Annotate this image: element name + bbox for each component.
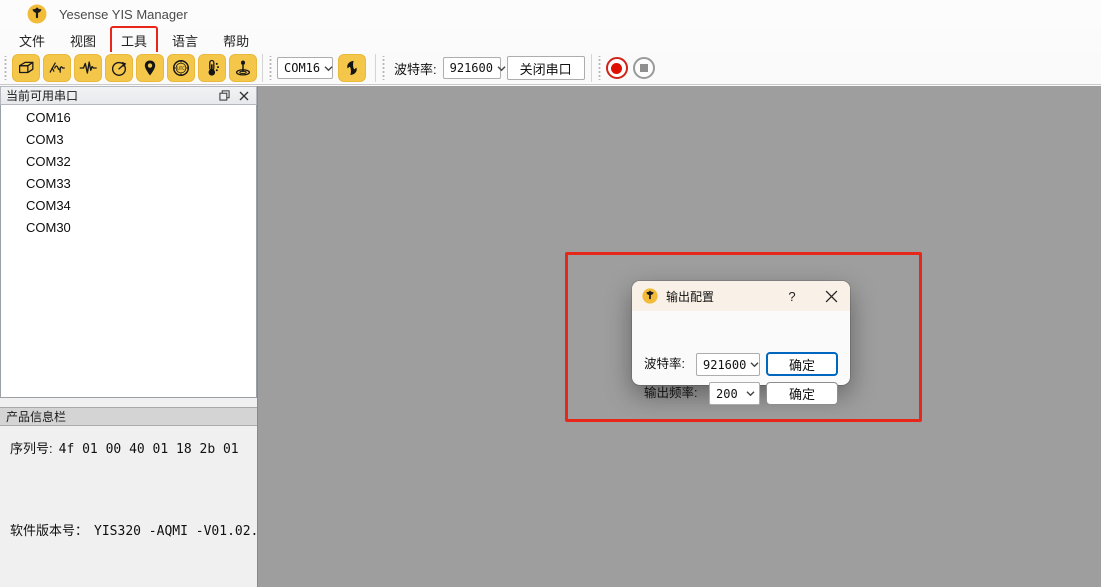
baud-rate-label: 波特率:: [394, 59, 437, 78]
toolbar-drag-handle[interactable]: [268, 56, 273, 80]
port-select-value: COM16: [284, 61, 320, 75]
port-list-item[interactable]: COM34: [1, 196, 256, 215]
float-window-icon: [219, 90, 230, 101]
dialog-body: 波特率: 921600 确定 输出频率: 200 确定: [632, 311, 850, 385]
dialog-freq-select[interactable]: 200: [709, 382, 760, 405]
toolbar-separator: [262, 54, 263, 82]
dialog-baud-label: 波特率:: [644, 353, 685, 376]
attitude-wave-button[interactable]: [43, 54, 71, 82]
info-panel-body: 序列号:4f 01 00 40 01 18 2b 01 软件版本号：YIS320…: [0, 426, 257, 586]
refresh-icon: [342, 58, 362, 78]
port-select[interactable]: COM16: [277, 57, 333, 79]
close-serial-port-button[interactable]: 关闭串口: [507, 56, 585, 80]
stop-icon: [640, 64, 648, 72]
menu-file[interactable]: 文件: [8, 26, 56, 55]
temperature-button[interactable]: [198, 54, 226, 82]
record-button[interactable]: [606, 57, 628, 79]
toolbar-drag-handle[interactable]: [3, 56, 8, 80]
toolbar-drag-handle[interactable]: [597, 56, 602, 80]
view-3d-button[interactable]: [12, 54, 40, 82]
magnetometer-pin-icon: [233, 58, 253, 78]
dialog-title: 输出配置: [666, 288, 783, 305]
gauge-button[interactable]: [105, 54, 133, 82]
port-list-item[interactable]: COM32: [1, 152, 256, 171]
dialog-baud-value: 921600: [703, 358, 746, 372]
chevron-down-icon: [324, 65, 333, 72]
ports-panel-header: 当前可用串口: [0, 86, 257, 105]
yesense-logo-icon: [27, 4, 47, 24]
port-list-item[interactable]: COM16: [1, 108, 256, 127]
dialog-freq-value: 200: [716, 387, 742, 401]
panel-splitter[interactable]: [0, 398, 257, 407]
port-list-item[interactable]: COM30: [1, 218, 256, 237]
port-list-item[interactable]: COM3: [1, 130, 256, 149]
dialog-help-button[interactable]: ?: [783, 289, 801, 304]
software-version-label: 软件版本号：: [10, 523, 88, 538]
close-icon: [239, 91, 249, 101]
serial-number-label: 序列号:: [10, 441, 53, 456]
cube-3d-icon: [16, 58, 36, 78]
chevron-down-icon: [497, 65, 506, 72]
baud-rate-select[interactable]: 921600: [443, 57, 501, 79]
window-titlebar: Yesense YIS Manager: [0, 0, 1101, 28]
dialog-close-button[interactable]: [823, 288, 839, 304]
dialog-baud-select[interactable]: 921600: [696, 353, 760, 376]
stop-button[interactable]: [633, 57, 655, 79]
menu-help[interactable]: 帮助: [212, 26, 260, 55]
angle-waveform-icon: [47, 58, 67, 78]
gauge-icon: [109, 58, 129, 78]
location-pin-icon: [140, 58, 160, 78]
thermometer-icon: [202, 58, 222, 78]
menu-bar: 文件 视图 工具 语言 帮助: [0, 28, 1101, 52]
svg-text:UTC: UTC: [177, 66, 185, 71]
utc-clock-icon: UTC: [171, 58, 191, 78]
main-toolbar: UTC COM16 波特率: 92160: [0, 52, 1101, 85]
ports-panel-title: 当前可用串口: [6, 87, 211, 104]
chevron-down-icon: [746, 390, 755, 397]
refresh-ports-button[interactable]: [338, 54, 366, 82]
dialog-baud-ok-button[interactable]: 确定: [766, 352, 838, 376]
close-panel-button[interactable]: [237, 89, 251, 103]
location-button[interactable]: [136, 54, 164, 82]
menu-view[interactable]: 视图: [59, 26, 107, 55]
magnetometer-button[interactable]: [229, 54, 257, 82]
info-panel-header: 产品信息栏: [0, 407, 257, 426]
serial-number-row: 序列号: 4f 01 00 40 01 18 2b 01: [10, 438, 239, 457]
serial-number-value: 4f 01 00 40 01 18 2b 01: [59, 442, 239, 457]
close-icon: [825, 290, 838, 303]
dialog-titlebar[interactable]: 输出配置 ?: [632, 281, 850, 311]
chevron-down-icon: [750, 361, 759, 368]
output-config-dialog: 输出配置 ? 波特率: 921600 确定 输出频率: 200 确定: [632, 281, 850, 385]
yesense-logo-icon: [642, 288, 658, 304]
left-dock-panel: 当前可用串口 COM16 COM3 COM32 COM33 COM34 COM3…: [0, 86, 257, 587]
software-version-row: 软件版本号： YIS320 -AQMI -V01.02.03;: [10, 520, 282, 539]
window-title: Yesense YIS Manager: [59, 7, 188, 22]
pulse-waveform-icon: [78, 58, 98, 78]
float-panel-button[interactable]: [217, 89, 231, 103]
available-ports-list: COM16 COM3 COM32 COM33 COM34 COM30: [0, 105, 257, 398]
toolbar-drag-handle[interactable]: [381, 56, 386, 80]
port-list-item[interactable]: COM33: [1, 174, 256, 193]
info-panel-title: 产品信息栏: [6, 408, 66, 425]
menu-language[interactable]: 语言: [161, 26, 209, 55]
toolbar-separator: [591, 54, 592, 82]
record-icon: [611, 63, 622, 74]
software-version-value: YIS320 -AQMI -V01.02.03;: [94, 524, 282, 539]
dialog-freq-ok-button[interactable]: 确定: [766, 382, 838, 405]
sensor-wave-button[interactable]: [74, 54, 102, 82]
menu-tools[interactable]: 工具: [110, 26, 158, 55]
dialog-freq-label: 输出频率:: [644, 382, 697, 405]
utc-time-button[interactable]: UTC: [167, 54, 195, 82]
toolbar-separator: [375, 54, 376, 82]
baud-rate-value: 921600: [450, 61, 493, 75]
